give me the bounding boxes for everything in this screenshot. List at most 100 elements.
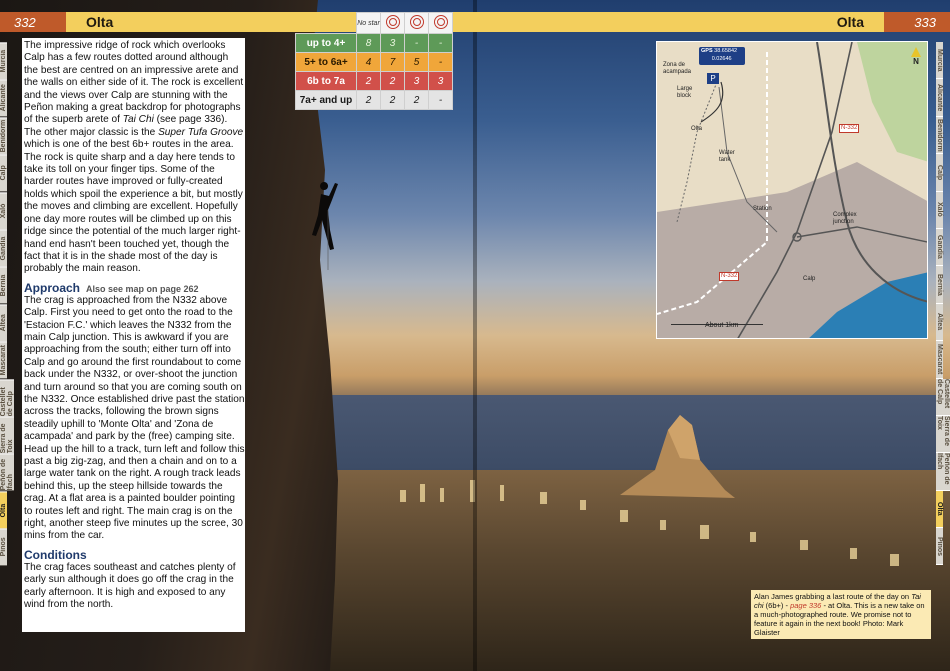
tab-bernia[interactable]: Bernia (936, 266, 943, 304)
one-star-icon (380, 12, 405, 34)
three-star-icon (428, 12, 453, 34)
right-page-number: 333 (914, 14, 936, 30)
map-label-olta: Olta (691, 126, 703, 132)
tab-calp[interactable]: Calp (936, 154, 943, 192)
scale-label: About 1km (705, 322, 739, 329)
tab-gandia[interactable]: Gandia (936, 228, 943, 267)
crag-description-panel: The impressive ridge of rock which overl… (22, 38, 245, 632)
tab-xalo[interactable]: Xaló (936, 191, 943, 229)
right-area-tabs: Murcia Alicante Benidorm Calp Xaló Gandi… (936, 42, 950, 566)
tab-murcia[interactable]: Murcia (0, 42, 7, 80)
grade-count: 2 (356, 71, 381, 91)
grade-count: - (428, 90, 453, 110)
gps-latitude: 38.65842 (714, 48, 738, 54)
grade-label: up to 4+ (295, 33, 357, 53)
caption-text: (6b+) - (763, 601, 791, 610)
approach-paragraph: The crag is approached from the N332 abo… (24, 294, 245, 542)
grade-count: 2 (356, 90, 381, 110)
left-page-title: Olta (86, 14, 114, 30)
right-page-title: Olta (836, 14, 864, 30)
tab-sierra-de-toix[interactable]: Sierra de Toix (0, 415, 14, 454)
tab-castellet-de-calp[interactable]: Castellet de Calp (936, 378, 950, 416)
route-name-tai-chi: Tai Chi (122, 114, 154, 126)
tab-pinos[interactable]: Pinos (0, 528, 7, 566)
road-badge-n332: N-332 (719, 272, 740, 281)
intro-text: The impressive ridge of rock which overl… (24, 40, 244, 126)
grade-label: 7a+ and up (295, 90, 357, 110)
grade-table: No star up to 4+ 8 3 - - 5+ to 6a+ 4 7 5… (295, 12, 453, 110)
tab-penon-de-ifach[interactable]: Peñón de Ifach (0, 453, 14, 491)
no-star-header: No star (356, 12, 381, 34)
town-lights (400, 480, 899, 566)
left-area-tabs: Murcia Alicante Benidorm Calp Xaló Gandi… (0, 42, 14, 566)
tab-olta[interactable]: Olta (0, 490, 7, 529)
climber-silhouette (312, 182, 338, 270)
grade-label: 6b to 7a (295, 71, 357, 91)
grade-count: 3 (428, 71, 453, 91)
right-page-header: Olta 333 (475, 12, 950, 32)
parking-icon: P (707, 73, 719, 84)
tab-alicante[interactable]: Alicante (936, 79, 943, 117)
grade-count: 3 (404, 71, 429, 91)
tab-sierra-de-toix[interactable]: Sierra de Toix (936, 415, 950, 454)
gps-badge: GPS 38.65842 0.02646 (699, 47, 745, 65)
tab-bernia[interactable]: Bernia (0, 266, 7, 304)
tab-mascarat[interactable]: Mascarat (0, 341, 7, 379)
tab-olta[interactable]: Olta (936, 490, 943, 529)
north-label: N (913, 57, 919, 66)
tab-castellet-de-calp[interactable]: Castellet de Calp (0, 378, 14, 416)
tab-penon-de-ifach[interactable]: Peñón de Ifach (936, 453, 950, 491)
grade-count: 2 (404, 90, 429, 110)
grade-count: 5 (404, 52, 429, 72)
grade-count: - (428, 33, 453, 53)
grade-count: 4 (356, 52, 381, 72)
conditions-heading: Conditions (24, 547, 87, 562)
route-name-super-tufa-groove: Super Tufa Groove (158, 126, 244, 138)
tab-alicante[interactable]: Alicante (0, 79, 7, 117)
tab-mascarat[interactable]: Mascarat (936, 341, 943, 379)
road-badge-n332: N-332 (839, 124, 860, 133)
tab-xalo[interactable]: Xaló (0, 191, 7, 229)
intro-text: which is one of the best 6b+ routes in t… (24, 139, 234, 151)
grade-count: 2 (380, 90, 405, 110)
tab-benidorm[interactable]: Benidorm (936, 116, 943, 155)
tab-calp[interactable]: Calp (0, 154, 7, 192)
approach-map: GPS 38.65842 0.02646 P N Zona de acampad… (656, 41, 928, 339)
tab-gandia[interactable]: Gandia (0, 228, 7, 267)
map-label-calp: Calp (803, 276, 816, 282)
grade-row: 7a+ and up 2 2 2 - (295, 90, 453, 110)
map-label-zona: Zona de acampada (663, 62, 692, 75)
grade-label: 5+ to 6a+ (295, 52, 357, 72)
grade-count: - (404, 33, 429, 53)
gps-label: GPS (701, 48, 713, 54)
tab-altea[interactable]: Altea (0, 303, 7, 342)
tab-benidorm[interactable]: Benidorm (0, 116, 7, 155)
tab-altea[interactable]: Altea (936, 303, 943, 342)
intro-paragraph: The impressive ridge of rock which overl… (24, 40, 245, 152)
grade-table-corner (296, 13, 357, 34)
grade-row: 5+ to 6a+ 4 7 5 - (295, 52, 453, 72)
approach-map-reference: Also see map on page 262 (86, 283, 199, 294)
grade-row: up to 4+ 8 3 - - (295, 33, 453, 53)
approach-heading: Approach Also see map on page 262 (24, 281, 245, 295)
left-page-number: 332 (14, 14, 36, 30)
tab-pinos[interactable]: Pinos (936, 528, 943, 566)
map-label-large-block: Large block (677, 86, 693, 99)
page-gutter (473, 0, 477, 671)
conditions-paragraph: The crag faces southeast and catches ple… (24, 561, 236, 611)
rock-paragraph: The rock is quite sharp and a day here t… (24, 151, 243, 275)
grade-count: 3 (380, 33, 405, 53)
photo-caption: Alan James grabbing a last route of the … (751, 590, 931, 639)
caption-text: Alan James grabbing a last route of the … (754, 592, 912, 601)
caption-page-reference: page 336 (790, 601, 822, 610)
approach-heading-text: Approach (24, 280, 81, 295)
tab-murcia[interactable]: Murcia (936, 42, 943, 80)
grade-count: 7 (380, 52, 405, 72)
two-star-icon (404, 12, 429, 34)
gps-longitude: 0.02646 (711, 56, 732, 62)
north-arrow-icon: N (910, 47, 922, 66)
grade-count: 8 (356, 33, 381, 53)
grade-count: - (428, 52, 453, 72)
map-label-station: Station (753, 206, 772, 212)
grade-row: 6b to 7a 2 2 3 3 (295, 71, 453, 91)
